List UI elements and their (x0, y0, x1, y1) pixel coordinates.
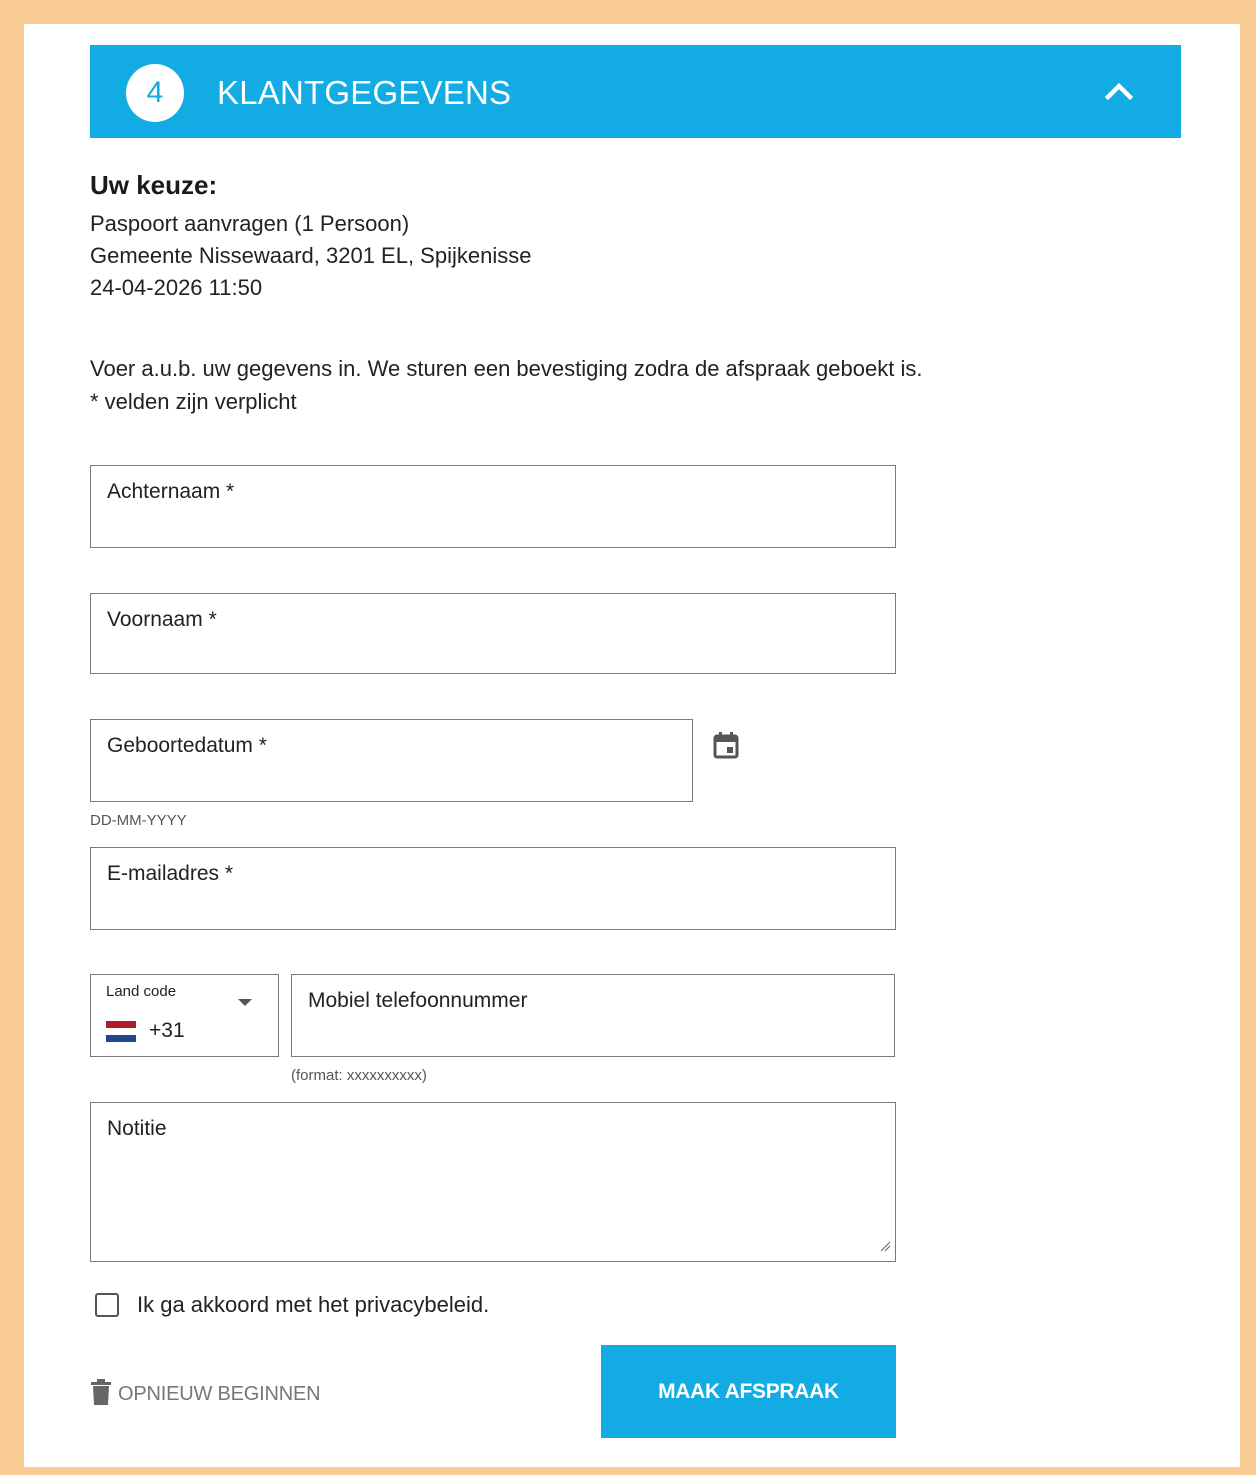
lastname-label: Achternaam * (107, 480, 235, 503)
required-fields-note: * velden zijn verplicht (90, 389, 297, 414)
firstname-field[interactable]: Voornaam * (90, 593, 896, 674)
choice-location: Gemeente Nissewaard, 3201 EL, Spijkeniss… (90, 243, 532, 268)
firstname-label: Voornaam * (107, 608, 217, 631)
resize-handle-icon[interactable] (879, 1239, 891, 1257)
calendar-icon[interactable] (710, 729, 742, 761)
make-appointment-button[interactable]: MAAK AFSPRAAK (601, 1345, 896, 1438)
section-title: KLANTGEGEVENS (217, 74, 512, 111)
privacy-label[interactable]: Ik ga akkoord met het privacybeleid. (137, 1291, 489, 1319)
phone-label: Mobiel telefoonnummer (308, 989, 528, 1012)
birthdate-hint: DD-MM-YYYY (90, 812, 187, 829)
country-code-value: +31 (149, 1019, 185, 1042)
choice-heading: Uw keuze: (90, 170, 218, 200)
country-code-select[interactable]: Land code +31 (90, 974, 279, 1057)
note-textarea[interactable]: Notitie (90, 1102, 896, 1262)
privacy-checkbox[interactable] (95, 1293, 119, 1317)
choice-summary: Paspoort aanvragen (1 Persoon) Gemeente … (90, 208, 531, 304)
restart-button[interactable]: OPNIEUW BEGINNEN (90, 1374, 321, 1414)
dropdown-arrow-icon (237, 994, 253, 1012)
intro-instruction: Voer a.u.b. uw gegevens in. We sturen ee… (90, 356, 923, 381)
choice-service: Paspoort aanvragen (1 Persoon) (90, 211, 410, 236)
customer-details-panel: 4 KLANTGEGEVENS Uw keuze: Paspoort aanvr… (24, 24, 1240, 1467)
note-label: Notitie (107, 1117, 167, 1140)
intro-text: Voer a.u.b. uw gegevens in. We sturen ee… (90, 352, 922, 418)
trash-icon (90, 1378, 112, 1410)
step-number-badge: 4 (126, 64, 184, 122)
email-label: E-mailadres * (107, 862, 234, 885)
birthdate-field[interactable]: Geboortedatum * (90, 719, 693, 802)
chevron-up-icon[interactable] (1095, 67, 1143, 115)
phone-format-hint: (format: xxxxxxxxxx) (291, 1067, 427, 1084)
country-code-label: Land code (106, 983, 177, 1000)
birthdate-label: Geboortedatum * (107, 734, 267, 757)
restart-label: OPNIEUW BEGINNEN (118, 1382, 321, 1405)
netherlands-flag-icon (106, 1021, 136, 1042)
lastname-field[interactable]: Achternaam * (90, 465, 896, 548)
section-header[interactable]: 4 KLANTGEGEVENS (90, 45, 1181, 138)
choice-datetime: 24-04-2026 11:50 (90, 275, 263, 300)
phone-field[interactable]: Mobiel telefoonnummer (291, 974, 895, 1057)
email-field[interactable]: E-mailadres * (90, 847, 896, 930)
